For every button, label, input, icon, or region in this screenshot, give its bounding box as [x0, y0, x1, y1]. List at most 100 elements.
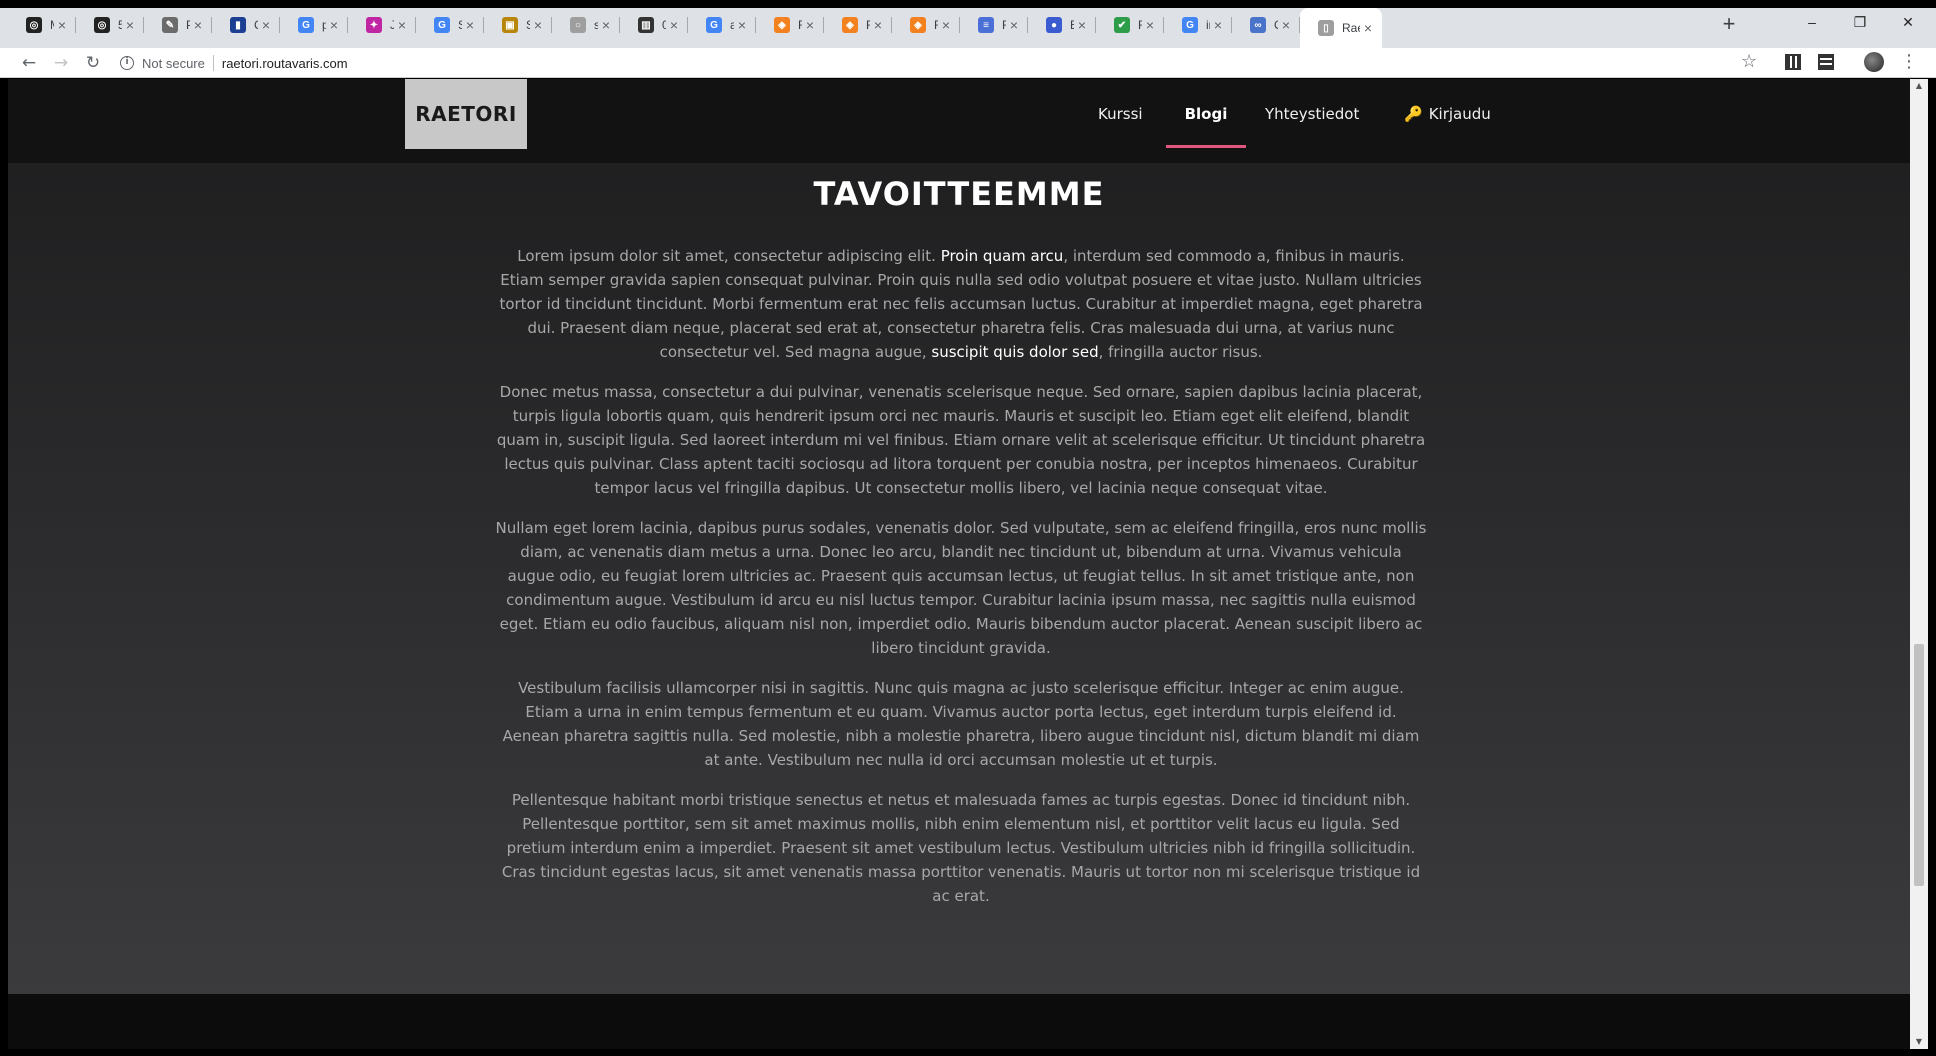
browser-toolbar: ← → ↻ i Not secure raetori.routavaris.co…	[0, 48, 1936, 78]
tab-favicon-icon: ◎	[26, 17, 42, 33]
extension-icon[interactable]	[1818, 54, 1834, 70]
tab-close-icon[interactable]: ×	[1360, 20, 1376, 36]
close-window-button[interactable]: ✕	[1884, 8, 1932, 36]
tab-close-icon[interactable]: ×	[666, 17, 682, 33]
tab-favicon-icon: ◈	[774, 17, 790, 33]
tab-close-icon[interactable]: ×	[938, 17, 954, 33]
browser-tab[interactable]: ✔Rae×	[1096, 10, 1164, 40]
tab-close-icon[interactable]: ×	[190, 17, 206, 33]
body-paragraph: Lorem ipsum dolor sit amet, consectetur …	[495, 244, 1427, 364]
profile-avatar[interactable]	[1864, 52, 1884, 72]
tab-close-icon[interactable]: ×	[54, 17, 70, 33]
nav-kurssi[interactable]: Kurssi	[1098, 79, 1143, 149]
tab-close-icon[interactable]: ×	[1074, 17, 1090, 33]
tab-close-icon[interactable]: ×	[1006, 17, 1022, 33]
browser-tab[interactable]: ◎58 n×	[76, 10, 144, 40]
browser-tab-bar: ◎Myy×◎58 n×✎Pass×▮CPU×Gpen×✦Japa×GSLYI×▣…	[0, 0, 1936, 48]
page-scrollbar[interactable]: ▲ ▼	[1910, 79, 1928, 1049]
scroll-down-arrow-icon[interactable]: ▼	[1910, 1035, 1928, 1049]
tab-close-icon[interactable]: ×	[802, 17, 818, 33]
window-top-strip	[0, 0, 1936, 8]
tab-favicon-icon: ✦	[366, 17, 382, 33]
url-text[interactable]: raetori.routavaris.com	[222, 56, 348, 71]
paragraph-text: , fringilla auctor risus.	[1098, 343, 1263, 361]
active-nav-indicator	[1166, 145, 1246, 148]
paragraph-text: Vestibulum facilisis ullamcorper nisi in…	[502, 679, 1420, 769]
browser-tab[interactable]: Ginst×	[1164, 10, 1232, 40]
tab-close-icon[interactable]: ×	[394, 17, 410, 33]
back-button[interactable]: ←	[18, 52, 40, 74]
tab-close-icon[interactable]: ×	[258, 17, 274, 33]
paragraph-text: Donec metus massa, consectetur a dui pul…	[496, 383, 1426, 497]
site-logo[interactable]: RAETORI	[405, 79, 527, 149]
key-icon: 🔑	[1404, 105, 1423, 123]
paragraph-text: Lorem ipsum dolor sit amet, consectetur …	[517, 247, 941, 265]
scroll-thumb[interactable]	[1914, 644, 1924, 886]
browser-tab[interactable]: ◈Rae×	[892, 10, 960, 40]
not-secure-label: Not secure	[142, 55, 205, 71]
tab-close-icon[interactable]: ×	[1142, 17, 1158, 33]
tab-close-icon[interactable]: ×	[122, 17, 138, 33]
tab-favicon-icon: G	[434, 17, 450, 33]
browser-tab[interactable]: ▮CPU×	[212, 10, 280, 40]
tab-favicon-icon: ▣	[502, 17, 518, 33]
tab-favicon-icon: ◈	[910, 17, 926, 33]
omnibox-separator	[212, 55, 214, 71]
tab-close-icon[interactable]: ×	[1278, 17, 1294, 33]
tab-close-icon[interactable]: ×	[462, 17, 478, 33]
browser-tab[interactable]: ≡Rae×	[960, 10, 1028, 40]
browser-tab[interactable]: ◈Rae×	[756, 10, 824, 40]
page-viewport: TAVOITTEEMME Lorem ipsum dolor sit amet,…	[8, 79, 1910, 1049]
browser-tab[interactable]: GSLYI×	[416, 10, 484, 40]
body-paragraph: Vestibulum facilisis ullamcorper nisi in…	[495, 676, 1427, 772]
scroll-up-arrow-icon[interactable]: ▲	[1910, 79, 1928, 93]
tab-favicon-icon: ▮	[230, 17, 246, 33]
paragraph-text: Nullam eget lorem lacinia, dapibus purus…	[495, 519, 1427, 657]
highlighted-text: Proin quam arcu	[940, 247, 1064, 265]
nav-yhteystiedot[interactable]: Yhteystiedot	[1265, 79, 1359, 149]
highlighted-text: suscipit quis dolor sed	[931, 343, 1099, 361]
tab-favicon-icon: ◈	[842, 17, 858, 33]
section-heading: TAVOITTEEMME	[813, 175, 1105, 213]
body-paragraph: Pellentesque habitant morbi tristique se…	[495, 788, 1427, 908]
bookmark-star-icon[interactable]: ☆	[1741, 51, 1757, 73]
new-tab-button[interactable]: +	[1716, 12, 1742, 38]
info-icon[interactable]: i	[120, 56, 134, 70]
browser-tab[interactable]: ◈Rae×	[824, 10, 892, 40]
tab-favicon-icon: ○	[570, 17, 586, 33]
window-frame-bottom	[0, 1049, 1936, 1056]
nav-kirjaudu[interactable]: 🔑 Kirjaudu	[1404, 79, 1491, 149]
address-bar[interactable]: i Not secure raetori.routavaris.com	[120, 51, 1790, 75]
browser-tab[interactable]: ▯ Rae×	[1300, 8, 1382, 48]
browser-tab[interactable]: ✎Pass×	[144, 10, 212, 40]
qr-code-extension-icon[interactable]	[1785, 54, 1801, 70]
minimize-button[interactable]: –	[1788, 8, 1836, 36]
forward-button[interactable]: →	[50, 52, 72, 74]
browser-tab[interactable]: ○sear×	[552, 10, 620, 40]
browser-tab[interactable]: ◎Myy×	[8, 10, 76, 40]
tab-label: Rae	[1342, 21, 1360, 35]
browser-tab[interactable]: ∞Ope×	[1232, 10, 1300, 40]
tab-favicon-icon: ▯	[1318, 20, 1334, 36]
tab-favicon-icon: ◎	[94, 17, 110, 33]
reload-button[interactable]: ↻	[82, 52, 104, 74]
window-frame-left	[0, 79, 8, 1056]
browser-tab[interactable]: ▣Sear×	[484, 10, 552, 40]
tab-favicon-icon: ✔	[1114, 17, 1130, 33]
restore-button[interactable]: ❐	[1836, 8, 1884, 36]
tab-close-icon[interactable]: ×	[1210, 17, 1226, 33]
browser-tab[interactable]: Gpen×	[280, 10, 348, 40]
tab-close-icon[interactable]: ×	[734, 17, 750, 33]
tab-close-icon[interactable]: ×	[326, 17, 342, 33]
browser-tab[interactable]: ▥0.2r×	[620, 10, 688, 40]
browser-menu-icon[interactable]: ⋮	[1900, 50, 1918, 74]
tab-close-icon[interactable]: ×	[530, 17, 546, 33]
nav-blogi[interactable]: Blogi	[1166, 79, 1246, 149]
browser-tab[interactable]: Gany×	[688, 10, 756, 40]
tab-close-icon[interactable]: ×	[870, 17, 886, 33]
browser-tab[interactable]: ✦Japa×	[348, 10, 416, 40]
browser-tab[interactable]: ●Bus×	[1028, 10, 1096, 40]
tab-favicon-icon: ●	[1046, 17, 1062, 33]
tab-favicon-icon: G	[706, 17, 722, 33]
tab-close-icon[interactable]: ×	[598, 17, 614, 33]
